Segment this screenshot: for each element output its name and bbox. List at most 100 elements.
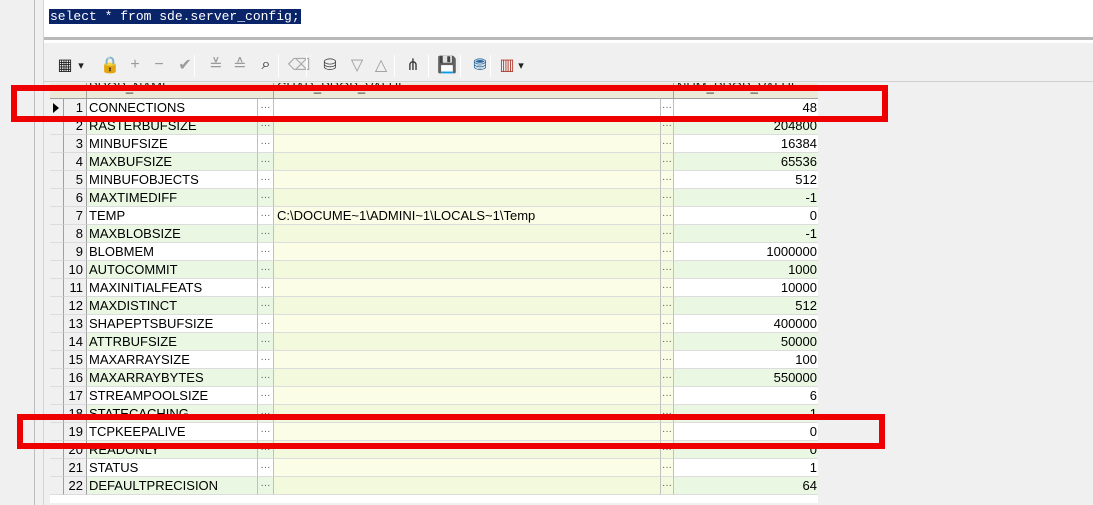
ellipsis-button[interactable]: ··· xyxy=(258,243,274,261)
ellipsis-button[interactable]: ··· xyxy=(661,207,674,225)
cell-prop-name[interactable]: MINBUFSIZE xyxy=(87,135,258,153)
ellipsis-button[interactable]: ··· xyxy=(258,477,274,495)
ellipsis-button[interactable]: ··· xyxy=(258,189,274,207)
cell-num-prop-value[interactable]: -1 xyxy=(674,189,818,207)
cell-num-prop-value[interactable]: 50000 xyxy=(674,333,818,351)
cell-num-prop-value[interactable]: -1 xyxy=(674,225,818,243)
move-up-icon[interactable]: △ xyxy=(370,54,392,76)
cell-char-prop-value[interactable] xyxy=(274,459,661,477)
row-indicator[interactable] xyxy=(50,387,64,405)
table-row[interactable]: 15 MAXARRAYSIZE ··· ··· 100 xyxy=(50,351,818,369)
ellipsis-button[interactable]: ··· xyxy=(258,153,274,171)
cell-num-prop-value[interactable]: 1000 xyxy=(674,261,818,279)
cell-char-prop-value[interactable] xyxy=(274,189,661,207)
table-row[interactable]: 10 AUTOCOMMIT ··· ··· 1000 xyxy=(50,261,818,279)
sql-editor[interactable]: select * from sde.server_config; xyxy=(44,0,1093,40)
table-row[interactable]: 5 MINBUFOBJECTS ··· ··· 512 xyxy=(50,171,818,189)
chart-icon[interactable]: ▥ xyxy=(496,54,518,76)
lock-icon[interactable]: 🔒 xyxy=(99,54,121,76)
post-edit-icon[interactable]: ✔ xyxy=(174,54,196,76)
table-row[interactable]: 3 MINBUFSIZE ··· ··· 16384 xyxy=(50,135,818,153)
row-indicator[interactable] xyxy=(50,459,64,477)
ellipsis-button[interactable]: ··· xyxy=(258,207,274,225)
cell-char-prop-value[interactable] xyxy=(274,153,661,171)
cell-char-prop-value[interactable]: C:\DOCUME~1\ADMINI~1\LOCALS~1\Temp xyxy=(274,207,661,225)
cell-prop-name[interactable]: MAXDISTINCT xyxy=(87,297,258,315)
row-indicator[interactable] xyxy=(50,369,64,387)
row-indicator[interactable] xyxy=(50,207,64,225)
dropdown-arrow-icon[interactable]: ▾ xyxy=(76,54,86,76)
cell-num-prop-value[interactable]: 65536 xyxy=(674,153,818,171)
table-row[interactable]: 14 ATTRBUFSIZE ··· ··· 50000 xyxy=(50,333,818,351)
ellipsis-button[interactable]: ··· xyxy=(661,351,674,369)
cell-char-prop-value[interactable] xyxy=(274,243,661,261)
table-row[interactable]: 11 MAXINITIALFEATS ··· ··· 10000 xyxy=(50,279,818,297)
cell-prop-name[interactable]: MAXARRAYSIZE xyxy=(87,351,258,369)
ellipsis-button[interactable]: ··· xyxy=(258,225,274,243)
ellipsis-button[interactable]: ··· xyxy=(661,333,674,351)
cell-num-prop-value[interactable]: 16384 xyxy=(674,135,818,153)
chart-dropdown-icon[interactable]: ▾ xyxy=(516,54,526,76)
row-indicator[interactable] xyxy=(50,279,64,297)
sort-asc-icon[interactable]: ≙ xyxy=(229,54,251,76)
cell-num-prop-value[interactable]: 512 xyxy=(674,171,818,189)
ellipsis-button[interactable]: ··· xyxy=(258,279,274,297)
cell-prop-name[interactable]: MAXBLOBSIZE xyxy=(87,225,258,243)
cell-prop-name[interactable]: MAXARRAYBYTES xyxy=(87,369,258,387)
ellipsis-button[interactable]: ··· xyxy=(661,369,674,387)
row-indicator[interactable] xyxy=(50,135,64,153)
ellipsis-button[interactable]: ··· xyxy=(661,459,674,477)
row-indicator[interactable] xyxy=(50,171,64,189)
ellipsis-button[interactable]: ··· xyxy=(661,189,674,207)
cell-prop-name[interactable]: BLOBMEM xyxy=(87,243,258,261)
cell-num-prop-value[interactable]: 100 xyxy=(674,351,818,369)
table-row[interactable]: 12 MAXDISTINCT ··· ··· 512 xyxy=(50,297,818,315)
ellipsis-button[interactable]: ··· xyxy=(258,261,274,279)
ellipsis-button[interactable]: ··· xyxy=(258,333,274,351)
table-row[interactable]: 8 MAXBLOBSIZE ··· ··· -1 xyxy=(50,225,818,243)
ellipsis-button[interactable]: ··· xyxy=(258,387,274,405)
cell-prop-name[interactable]: MAXINITIALFEATS xyxy=(87,279,258,297)
cell-char-prop-value[interactable] xyxy=(274,369,661,387)
ellipsis-button[interactable]: ··· xyxy=(661,171,674,189)
table-row[interactable]: 7 TEMP ··· C:\DOCUME~1\ADMINI~1\LOCALS~1\Te… xyxy=(50,207,818,225)
add-record-icon[interactable]: + xyxy=(124,54,146,76)
sql-query-text[interactable]: select * from sde.server_config; xyxy=(49,9,301,24)
cell-prop-name[interactable]: MAXTIMEDIFF xyxy=(87,189,258,207)
cell-char-prop-value[interactable] xyxy=(274,135,661,153)
cell-prop-name[interactable]: ATTRBUFSIZE xyxy=(87,333,258,351)
row-indicator[interactable] xyxy=(50,243,64,261)
ellipsis-button[interactable]: ··· xyxy=(661,261,674,279)
cell-prop-name[interactable]: SHAPEPTSBUFSIZE xyxy=(87,315,258,333)
cell-char-prop-value[interactable] xyxy=(274,171,661,189)
row-indicator[interactable] xyxy=(50,333,64,351)
delete-record-icon[interactable]: − xyxy=(148,54,170,76)
ellipsis-button[interactable]: ··· xyxy=(661,135,674,153)
move-down-icon[interactable]: ▽ xyxy=(346,54,368,76)
row-indicator[interactable] xyxy=(50,189,64,207)
cell-char-prop-value[interactable] xyxy=(274,297,661,315)
cell-num-prop-value[interactable]: 1 xyxy=(674,459,818,477)
ellipsis-button[interactable]: ··· xyxy=(661,387,674,405)
tree-view-icon[interactable]: ⋔ xyxy=(402,54,424,76)
cell-char-prop-value[interactable] xyxy=(274,261,661,279)
cell-char-prop-value[interactable] xyxy=(274,387,661,405)
cell-prop-name[interactable]: TEMP xyxy=(87,207,258,225)
row-indicator[interactable] xyxy=(50,297,64,315)
table-row[interactable]: 21 STATUS ··· ··· 1 xyxy=(50,459,818,477)
cell-char-prop-value[interactable] xyxy=(274,333,661,351)
ellipsis-button[interactable]: ··· xyxy=(258,315,274,333)
cell-char-prop-value[interactable] xyxy=(274,225,661,243)
sort-desc-icon[interactable]: ≚ xyxy=(205,54,227,76)
row-indicator[interactable] xyxy=(50,477,64,495)
row-indicator[interactable] xyxy=(50,315,64,333)
cell-num-prop-value[interactable]: 1000000 xyxy=(674,243,818,261)
ellipsis-button[interactable]: ··· xyxy=(258,459,274,477)
cell-prop-name[interactable]: STATUS xyxy=(87,459,258,477)
ellipsis-button[interactable]: ··· xyxy=(661,477,674,495)
table-row[interactable]: 9 BLOBMEM ··· ··· 1000000 xyxy=(50,243,818,261)
cell-prop-name[interactable]: MINBUFOBJECTS xyxy=(87,171,258,189)
cell-prop-name[interactable]: AUTOCOMMIT xyxy=(87,261,258,279)
cell-char-prop-value[interactable] xyxy=(274,315,661,333)
ellipsis-button[interactable]: ··· xyxy=(661,279,674,297)
